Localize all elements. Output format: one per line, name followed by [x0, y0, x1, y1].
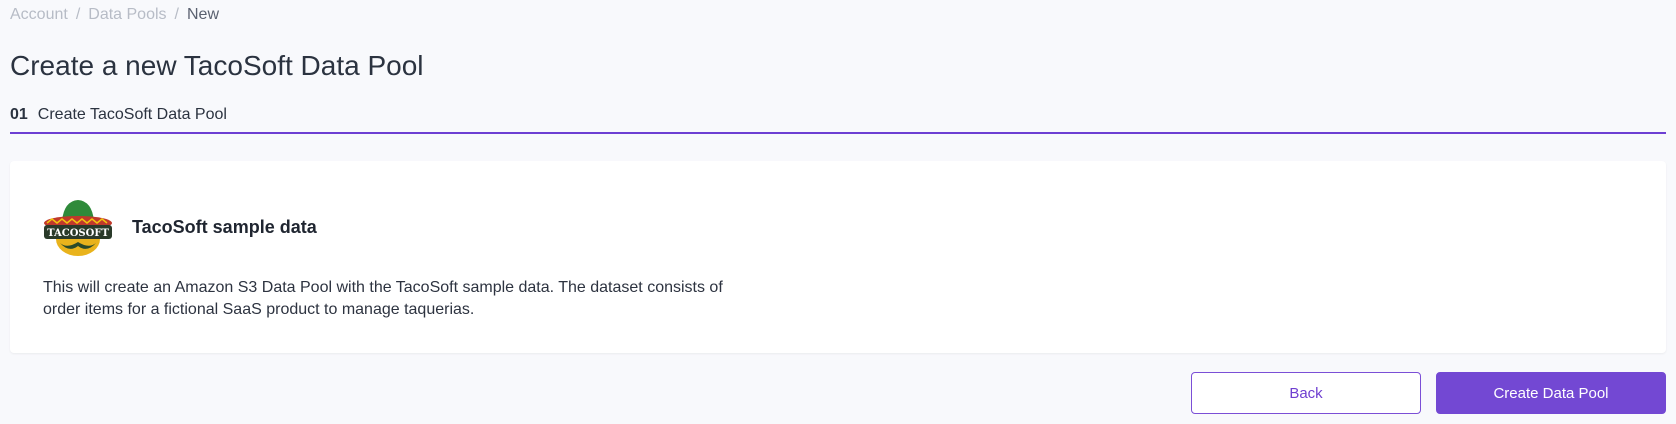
breadcrumb-current: New: [186, 6, 219, 23]
breadcrumb: Account / Data Pools / New: [10, 4, 219, 26]
create-data-pool-button[interactable]: Create Data Pool: [1436, 372, 1666, 414]
card-header: TACOSOFT TacoSoft sample data: [42, 197, 317, 257]
page-title: Create a new TacoSoft Data Pool: [10, 50, 424, 81]
breadcrumb-separator: /: [75, 6, 81, 23]
breadcrumb-separator: /: [174, 6, 179, 23]
breadcrumb-data-pools-link[interactable]: Data Pools: [88, 4, 166, 26]
tacosoft-logo-icon: TACOSOFT: [44, 200, 112, 256]
step-number: 01: [10, 106, 28, 123]
card-title: TacoSoft sample data: [132, 216, 317, 237]
svg-text:TACOSOFT: TACOSOFT: [47, 228, 109, 239]
sample-data-card: TACOSOFT TacoSoft sample data This will …: [10, 161, 1666, 353]
card-description: This will create an Amazon S3 Data Pool …: [43, 279, 723, 318]
breadcrumb-account-link[interactable]: Account: [10, 4, 68, 26]
step-label: Create TacoSoft Data Pool: [37, 106, 227, 123]
step-indicator: 01 Create TacoSoft Data Pool: [10, 104, 1666, 134]
back-button[interactable]: Back: [1191, 372, 1421, 414]
